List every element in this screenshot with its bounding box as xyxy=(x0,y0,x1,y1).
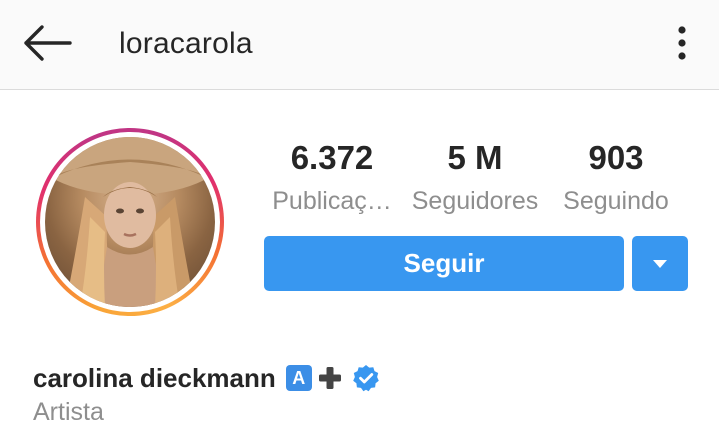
avatar-image xyxy=(45,137,215,307)
suggestions-dropdown-button[interactable] xyxy=(632,236,688,291)
following-label: Seguindo xyxy=(563,187,669,215)
top-app-bar: loracarola xyxy=(0,0,719,90)
more-vertical-icon xyxy=(678,26,686,60)
following-count: 903 xyxy=(588,139,644,176)
letter-a-emoji-icon: A xyxy=(285,365,312,391)
profile-full-name: carolina dieckmann xyxy=(33,362,276,393)
plus-emoji-icon xyxy=(316,364,344,392)
back-button[interactable] xyxy=(22,23,72,63)
followers-label: Seguidores xyxy=(411,187,539,215)
avatar xyxy=(45,137,215,307)
verified-badge-icon xyxy=(352,365,379,392)
followers-count: 5 M xyxy=(447,139,503,176)
caret-down-icon xyxy=(653,259,667,268)
arrow-left-icon xyxy=(24,25,72,61)
story-ring[interactable] xyxy=(36,128,224,316)
followers-stat[interactable]: 5 M Seguidores xyxy=(404,138,546,216)
avatar-border xyxy=(40,132,220,312)
posts-count: 6.372 xyxy=(290,139,374,176)
following-stat[interactable]: 903 Seguindo xyxy=(556,138,676,216)
profile-category: Artista xyxy=(33,398,104,426)
profile-name-row: carolina dieckmann A xyxy=(33,362,380,394)
profile-username: loracarola xyxy=(119,27,253,60)
posts-stat[interactable]: 6.372 Publicaç… xyxy=(262,138,402,216)
posts-label: Publicaç… xyxy=(272,187,392,215)
more-options-button[interactable] xyxy=(664,22,700,66)
follow-button[interactable]: Seguir xyxy=(264,236,624,291)
